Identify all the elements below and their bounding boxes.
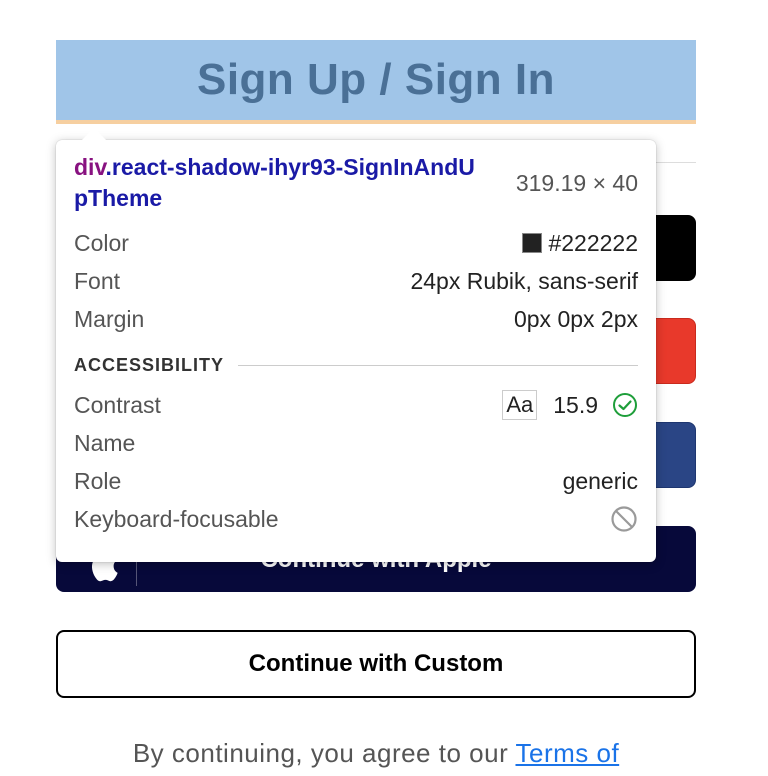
terms-link[interactable]: Terms of — [515, 738, 619, 768]
page-title: Sign Up / Sign In — [196, 55, 556, 104]
keyboard-focusable-value — [610, 505, 638, 533]
element-size: 319.19 × 40 — [515, 170, 638, 196]
contrast-row: Contrast Aa 15.9 — [74, 386, 638, 424]
margin-value: 0px 0px 2px — [513, 305, 638, 332]
selector-tag: div — [74, 154, 106, 180]
terms-notice: By continuing, you agree to our Terms of — [56, 738, 696, 769]
tooltip-arrow — [82, 128, 106, 140]
accessibility-title: ACCESSIBILITY — [74, 354, 225, 375]
color-swatch — [522, 233, 543, 253]
check-circle-icon — [613, 393, 637, 417]
role-row: Role generic — [74, 462, 638, 500]
contrast-label: Contrast — [74, 391, 161, 418]
role-value: generic — [562, 467, 638, 494]
contrast-value-wrap: Aa 15.9 — [502, 390, 638, 420]
selector-class: .react-shadow-ihyr93-SignInAndUpTheme — [74, 154, 475, 211]
font-label: Font — [74, 267, 121, 294]
tooltip-header: div.react-shadow-ihyr93-SignInAndUpTheme… — [74, 152, 638, 214]
section-divider — [238, 364, 638, 366]
heading-margin-highlight — [56, 120, 696, 124]
color-value-wrap: #222222 — [522, 230, 638, 257]
margin-label: Margin — [74, 305, 145, 332]
keyboard-focusable-label: Keyboard-focusable — [74, 505, 279, 532]
element-selector: div.react-shadow-ihyr93-SignInAndUpTheme — [74, 152, 484, 214]
color-value: #222222 — [548, 229, 638, 256]
contrast-value: 15.9 — [553, 391, 598, 418]
name-row: Name — [74, 424, 638, 462]
color-label: Color — [74, 229, 129, 256]
name-label: Name — [74, 429, 136, 456]
devtools-inspect-tooltip: div.react-shadow-ihyr93-SignInAndUpTheme… — [56, 140, 656, 562]
not-allowed-icon — [611, 506, 637, 532]
continue-with-custom-button[interactable]: Continue with Custom — [56, 630, 696, 698]
role-label: Role — [74, 467, 122, 494]
margin-row: Margin 0px 0px 2px — [74, 300, 638, 338]
contrast-sample: Aa — [502, 390, 538, 420]
font-value: 24px Rubik, sans-serif — [410, 267, 638, 294]
font-row: Font 24px Rubik, sans-serif — [74, 262, 638, 300]
terms-prefix: By continuing, you agree to our — [132, 738, 516, 768]
accessibility-section-header: ACCESSIBILITY — [74, 352, 638, 378]
heading-highlight: Sign Up / Sign In — [56, 40, 696, 120]
keyboard-focusable-row: Keyboard-focusable — [74, 500, 638, 538]
page: Sign Up / Sign In Continue with Apple Co… — [0, 0, 768, 776]
color-row: Color #222222 — [74, 224, 638, 262]
